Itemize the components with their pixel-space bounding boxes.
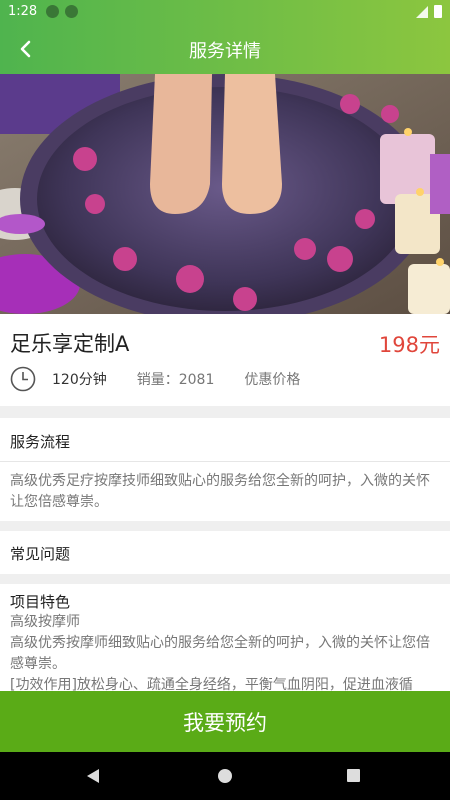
nav-recents-icon[interactable] [347,769,360,782]
feature-line: [功效作用]放松身心、疏通全身经络，平衡气血阴阳，促进血液循 [10,677,413,691]
status-time: 1:28 [8,4,38,19]
feature-line: 高级优秀按摩师细致贴心的服务给您全新的呵护，入微的关怀让您倍感尊崇。 [10,635,430,672]
process-text: 高级优秀足疗按摩技师细致贴心的服务给您全新的呵护，入微的关怀让您倍感尊崇。 [10,473,430,510]
product-name: 足乐享定制A [10,332,130,356]
product-info: 足乐享定制A 198元 120分钟 销量：2081 优惠价格 [0,314,450,406]
system-nav-bar [0,752,450,800]
feature-line: 高级按摩师 [10,614,80,630]
feature-section: 项目特色 高级按摩师 高级优秀按摩师细致贴心的服务给您全新的呵护，入微的关怀让您… [0,585,450,691]
duration-text: 120分钟 [52,372,107,388]
app-notification-icon [65,5,78,18]
promo-label: 优惠价格 [244,372,301,388]
clock-icon [10,366,36,392]
nav-back-icon[interactable] [87,769,99,783]
section-gap [0,574,450,584]
section-gap [0,406,450,418]
nav-home-icon[interactable] [218,769,232,783]
status-bar: 1:28 [0,0,450,24]
faq-title[interactable]: 常见问题 [10,543,70,564]
section-gap [0,521,450,531]
feature-title: 项目特色 [10,593,71,611]
product-price: 198元 [378,333,440,357]
process-title: 服务流程 [10,433,71,451]
app-bar: 服务详情 [0,24,450,74]
book-button[interactable]: 我要预约 [0,691,450,752]
page-title: 服务详情 [189,41,261,62]
product-image [0,74,450,314]
battery-icon [434,5,442,18]
sales-count: 销量：2081 [136,372,215,388]
notification-icon [46,5,59,18]
divider [0,461,450,462]
signal-icon [416,5,428,18]
